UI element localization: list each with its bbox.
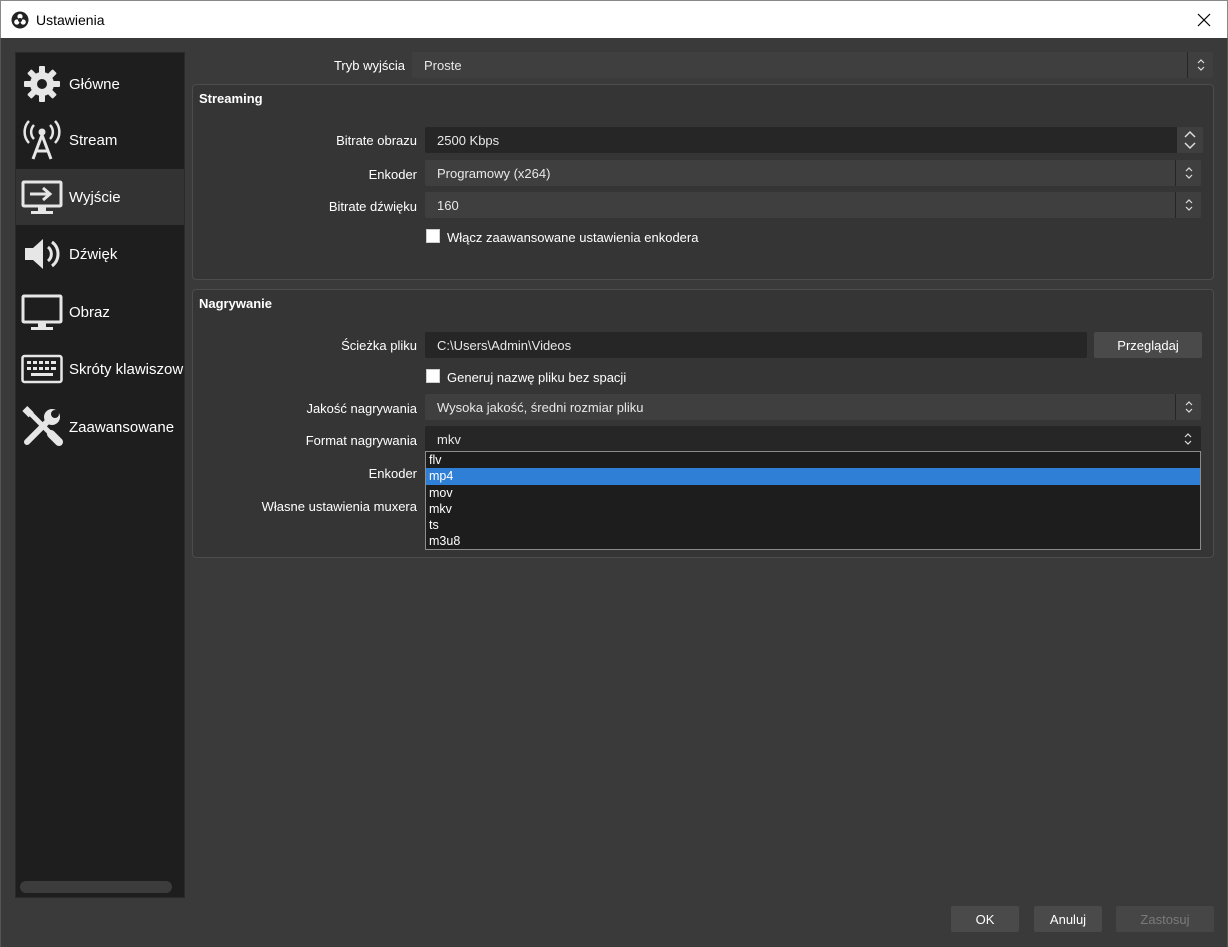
format-option[interactable]: ts	[426, 517, 1200, 533]
recording-format-select[interactable]: mkv	[425, 426, 1201, 452]
no-space-filename-label: Generuj nazwę pliku bez spacji	[447, 370, 627, 385]
sidebar-horizontal-scrollbar[interactable]	[20, 881, 172, 893]
output-mode-value: Proste	[424, 58, 462, 73]
updown-chevron-icon	[1175, 426, 1201, 452]
video-bitrate-label: Bitrate obrazu	[336, 133, 417, 148]
audio-bitrate-select[interactable]: 160	[425, 192, 1201, 218]
sidebar-item-general[interactable]: Główne	[16, 56, 184, 112]
apply-button[interactable]: Zastosuj	[1116, 906, 1214, 932]
stream-encoder-select[interactable]: Programowy (x264)	[425, 160, 1201, 186]
recording-quality-select[interactable]: Wysoka jakość, średni rozmiar pliku	[425, 394, 1201, 420]
stream-encoder-label: Enkoder	[368, 167, 417, 182]
recording-format-value: mkv	[437, 432, 461, 447]
output-monitor-icon	[20, 175, 64, 219]
speaker-icon	[20, 232, 64, 276]
tools-icon	[20, 405, 64, 449]
sidebar-item-label: Wyjście	[69, 188, 121, 206]
sidebar-item-advanced[interactable]: Zaawansowane	[16, 399, 184, 455]
format-option-highlighted[interactable]: mp4	[426, 468, 1200, 485]
muxer-settings-label: Własne ustawienia muxera	[261, 499, 417, 514]
gear-icon	[20, 62, 64, 106]
sidebar-item-label: Główne	[69, 75, 120, 93]
sidebar-item-audio[interactable]: Dźwięk	[16, 226, 184, 282]
recording-quality-label: Jakość nagrywania	[306, 401, 417, 416]
sidebar-item-video[interactable]: Obraz	[16, 284, 184, 340]
window-title: Ustawienia	[36, 12, 105, 28]
recording-group-title: Nagrywanie	[199, 296, 272, 311]
output-mode-select[interactable]: Proste	[412, 52, 1213, 78]
broadcast-tower-icon	[20, 118, 64, 162]
streaming-group-title: Streaming	[199, 91, 263, 106]
spin-arrows-icon[interactable]	[1177, 127, 1203, 153]
sidebar-item-label: Zaawansowane	[69, 418, 175, 436]
recording-path-value: C:\Users\Admin\Videos	[437, 338, 572, 353]
sidebar-item-hotkeys[interactable]: Skróty klawiszowe	[16, 341, 184, 397]
advanced-encoder-label: Włącz zaawansowane ustawienia enkodera	[447, 230, 699, 245]
updown-chevron-icon	[1175, 160, 1201, 186]
format-option[interactable]: mkv	[426, 501, 1200, 517]
title-bar: Ustawienia	[0, 0, 1228, 38]
stream-encoder-value: Programowy (x264)	[437, 166, 551, 181]
audio-bitrate-label: Bitrate dźwięku	[328, 199, 417, 214]
audio-bitrate-value: 160	[437, 198, 459, 213]
ok-button[interactable]: OK	[951, 906, 1019, 932]
format-option[interactable]: mov	[426, 485, 1200, 501]
close-icon[interactable]	[1181, 1, 1227, 38]
format-option[interactable]: m3u8	[426, 533, 1200, 549]
sidebar-item-label: Obraz	[69, 303, 110, 321]
sidebar-item-stream[interactable]: Stream	[16, 112, 184, 168]
updown-chevron-icon	[1175, 394, 1201, 420]
sidebar-item-label: Skróty klawiszowe	[69, 360, 185, 378]
recording-quality-value: Wysoka jakość, średni rozmiar pliku	[437, 400, 644, 415]
format-option[interactable]: flv	[426, 452, 1200, 468]
recording-path-label: Ścieżka pliku	[341, 338, 417, 353]
monitor-icon	[20, 290, 64, 334]
recording-format-label: Format nagrywania	[305, 433, 417, 448]
video-bitrate-value: 2500 Kbps	[437, 133, 500, 148]
keyboard-icon	[20, 347, 64, 391]
cancel-button[interactable]: Anuluj	[1034, 906, 1102, 932]
updown-chevron-icon	[1187, 52, 1213, 78]
recording-path-input[interactable]: C:\Users\Admin\Videos	[425, 332, 1087, 358]
no-space-filename-checkbox[interactable]	[426, 369, 440, 383]
browse-button[interactable]: Przeglądaj	[1094, 332, 1202, 358]
output-mode-label: Tryb wyjścia	[333, 58, 405, 73]
video-bitrate-spinbox[interactable]: 2500 Kbps	[425, 127, 1203, 153]
settings-sidebar: Główne Stream Wyjście Dźwięk Obraz Skrót…	[15, 52, 185, 898]
settings-window: Główne Stream Wyjście Dźwięk Obraz Skrót…	[0, 38, 1228, 947]
advanced-encoder-checkbox[interactable]	[426, 229, 440, 243]
updown-chevron-icon	[1175, 192, 1201, 218]
format-dropdown-list[interactable]: flv mp4 mov mkv ts m3u8	[425, 451, 1201, 550]
sidebar-item-output[interactable]: Wyjście	[16, 169, 184, 225]
recording-encoder-label: Enkoder	[368, 466, 417, 481]
obs-logo-icon	[11, 11, 29, 29]
sidebar-item-label: Dźwięk	[69, 245, 118, 263]
sidebar-item-label: Stream	[69, 131, 118, 149]
